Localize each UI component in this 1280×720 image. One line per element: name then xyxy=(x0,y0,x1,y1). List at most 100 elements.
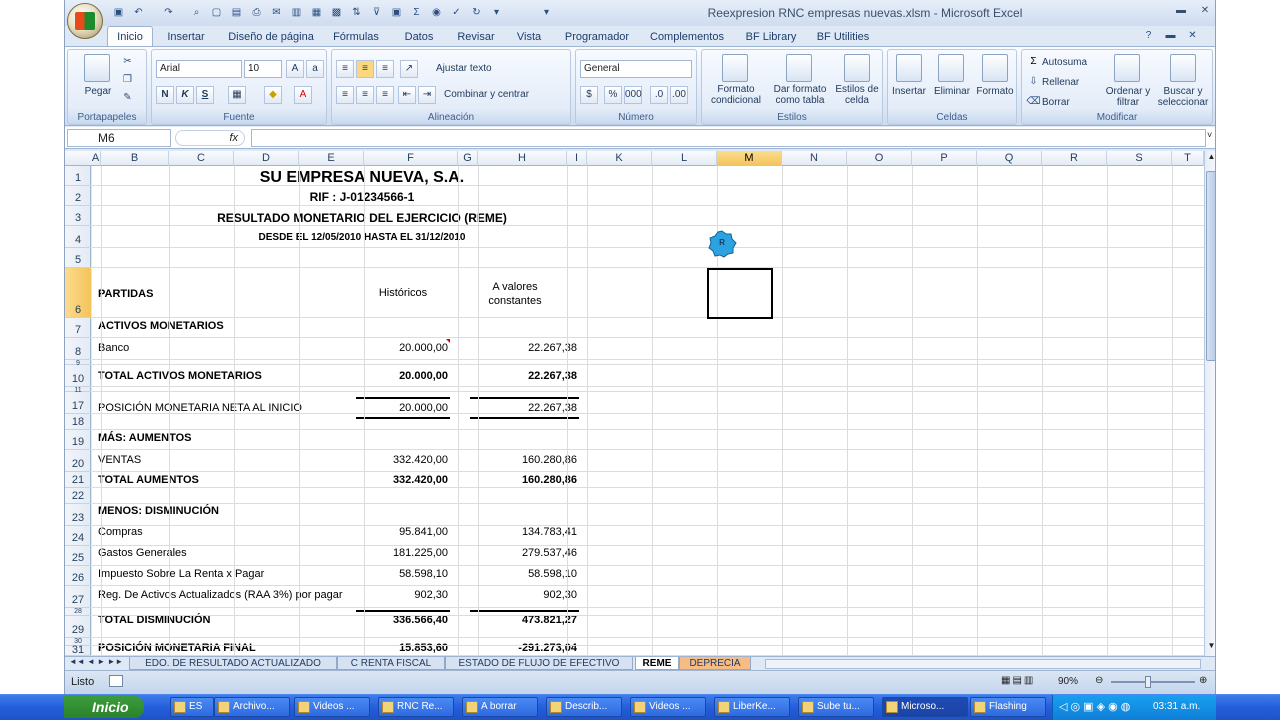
tab-inicio[interactable]: Inicio xyxy=(107,26,153,47)
calculator-icon[interactable]: ▣ xyxy=(389,5,404,20)
close-icon[interactable]: ✕ xyxy=(1193,2,1215,20)
column-header-q[interactable]: Q xyxy=(977,151,1042,166)
zoom-in-icon[interactable]: ⊕ xyxy=(1199,675,1207,686)
format-table-button[interactable]: Dar formato como tabla xyxy=(768,84,832,106)
print-preview-icon[interactable]: ⌕ xyxy=(189,5,204,20)
tab-formulas[interactable]: Fórmulas xyxy=(327,28,385,46)
find-select-button[interactable]: Buscar y seleccionar xyxy=(1154,86,1212,108)
percent-icon[interactable]: % xyxy=(604,86,622,104)
taskbar-item[interactable]: A borrar xyxy=(462,697,538,717)
row-header-21[interactable]: 21 xyxy=(65,472,91,488)
delete-cells-button[interactable]: Eliminar xyxy=(930,86,974,97)
row-header-27[interactable]: 27 xyxy=(65,586,91,608)
vertical-scrollbar[interactable]: ▲ ▼ xyxy=(1204,151,1215,656)
view-buttons-icon[interactable]: ▦▤▥ xyxy=(1001,675,1035,686)
align-center-icon[interactable]: ≡ xyxy=(356,86,374,104)
sheet-tab-depreciacion[interactable]: DEPRECIA xyxy=(679,657,751,670)
column-header-i[interactable]: I xyxy=(567,151,587,166)
row-header-17[interactable]: 17 xyxy=(65,392,91,414)
column-header-o[interactable]: O xyxy=(847,151,912,166)
cell-styles-icon[interactable] xyxy=(844,54,870,82)
underline-button[interactable]: S xyxy=(196,86,214,104)
comment-indicator-icon[interactable] xyxy=(446,339,450,343)
sheet-tab-flujo-efectivo[interactable]: ESTADO DE FLUJO DE EFECTIVO xyxy=(445,657,633,670)
help-icon[interactable]: ? xyxy=(1141,28,1156,43)
sheet-tab-edo-resultado[interactable]: EDO. DE RESULTADO ACTUALIZADO xyxy=(129,657,337,670)
customize-qat-icon[interactable]: ▾ xyxy=(539,5,554,20)
taskbar-item[interactable]: ES xyxy=(170,697,214,717)
paste-button[interactable]: Pegar xyxy=(76,86,120,97)
italic-button[interactable]: K xyxy=(176,86,194,104)
row-header-20[interactable]: 20 xyxy=(65,450,91,472)
horizontal-scrollbar[interactable] xyxy=(765,659,1201,669)
tab-bf-utilities[interactable]: BF Utilities xyxy=(811,28,875,46)
name-box[interactable]: M6 xyxy=(67,129,171,147)
insert-cells-button[interactable]: Insertar xyxy=(888,86,930,97)
taskbar-item[interactable]: Microso... xyxy=(882,697,968,717)
tab-vista[interactable]: Vista xyxy=(509,28,549,46)
column-header-f[interactable]: F xyxy=(364,151,458,166)
chart-icon[interactable]: ▥ xyxy=(289,5,304,20)
row-header-2[interactable]: 2 xyxy=(65,186,91,206)
clear-button[interactable]: Borrar xyxy=(1042,97,1102,108)
ribbon-close-icon[interactable]: ✕ xyxy=(1185,28,1200,43)
tray-icons[interactable]: ◁ ◎ ▣ ◈ ◉ ◍ xyxy=(1059,695,1130,719)
office-button[interactable] xyxy=(67,3,103,39)
row-header-28[interactable]: 28 xyxy=(65,608,91,616)
row-header-6[interactable]: 6 xyxy=(65,268,91,318)
taskbar-item[interactable]: Describ... xyxy=(546,697,622,717)
shrink-font-icon[interactable]: a xyxy=(306,60,324,78)
start-button[interactable]: Inicio xyxy=(64,696,144,718)
column-header-c[interactable]: C xyxy=(169,151,234,166)
column-header-r[interactable]: R xyxy=(1042,151,1107,166)
column-header-g[interactable]: G xyxy=(458,151,478,166)
taskbar-item[interactable]: Flashing xyxy=(970,697,1046,717)
filter-icon[interactable]: ⊽ xyxy=(369,5,384,20)
row-header-23[interactable]: 23 xyxy=(65,504,91,526)
merge-center-button[interactable]: Combinar y centrar xyxy=(444,89,556,100)
sort-filter-icon[interactable] xyxy=(1114,54,1140,82)
format-cells-button[interactable]: Formato xyxy=(974,86,1016,97)
worksheet-grid[interactable]: SU EMPRESA NUEVA, S.A. RIF : J-01234566-… xyxy=(92,166,1204,656)
font-name-select[interactable]: Arial xyxy=(156,60,242,78)
zoom-slider-thumb[interactable] xyxy=(1145,676,1151,688)
align-top-icon[interactable]: ≡ xyxy=(336,60,354,78)
column-header-d[interactable]: D xyxy=(234,151,299,166)
bold-button[interactable]: N xyxy=(156,86,174,104)
tab-revisar[interactable]: Revisar xyxy=(451,28,501,46)
fill-button[interactable]: Rellenar xyxy=(1042,77,1102,88)
scroll-thumb[interactable] xyxy=(1206,171,1215,361)
taskbar-item[interactable]: Sube tu... xyxy=(798,697,874,717)
format-table-icon[interactable] xyxy=(786,54,812,82)
row-header-7[interactable]: 7 xyxy=(65,318,91,338)
currency-icon[interactable]: $ xyxy=(580,86,598,104)
sort-icon[interactable]: ⇅ xyxy=(349,5,364,20)
table-icon[interactable]: ▦ xyxy=(309,5,324,20)
conditional-format-icon[interactable] xyxy=(722,54,748,82)
new-icon[interactable]: ▢ xyxy=(209,5,224,20)
sheet-tab-reme[interactable]: REME xyxy=(635,657,679,670)
open-icon[interactable]: ▤ xyxy=(229,5,244,20)
undo-icon[interactable]: ↶ xyxy=(131,5,146,20)
increase-indent-icon[interactable]: ⇥ xyxy=(418,86,436,104)
email-icon[interactable]: ✉ xyxy=(269,5,284,20)
camera-icon[interactable]: ◉ xyxy=(429,5,444,20)
column-header-k[interactable]: K xyxy=(587,151,652,166)
tab-insertar[interactable]: Insertar xyxy=(161,28,211,46)
zoom-level[interactable]: 90% xyxy=(1058,676,1078,687)
row-header-24[interactable]: 24 xyxy=(65,526,91,546)
tab-bf-library[interactable]: BF Library xyxy=(741,28,801,46)
macro-record-icon[interactable] xyxy=(109,675,123,687)
taskbar-item[interactable]: LiberKe... xyxy=(714,697,790,717)
wrap-text-button[interactable]: Ajustar texto xyxy=(436,63,516,74)
sheet-nav-icon[interactable]: ◄◄ ◄ ► ►► xyxy=(69,657,123,666)
decrease-decimal-icon[interactable]: .00 xyxy=(670,86,688,104)
grow-font-icon[interactable]: A xyxy=(286,60,304,78)
column-header-e[interactable]: E xyxy=(299,151,364,166)
tab-complementos[interactable]: Complementos xyxy=(645,28,729,46)
number-format-select[interactable]: General xyxy=(580,60,692,78)
zoom-out-icon[interactable]: ⊖ xyxy=(1095,675,1103,686)
format-painter-icon[interactable]: ✎ xyxy=(120,90,135,105)
column-header-m[interactable]: M xyxy=(717,151,782,166)
column-header-l[interactable]: L xyxy=(652,151,717,166)
